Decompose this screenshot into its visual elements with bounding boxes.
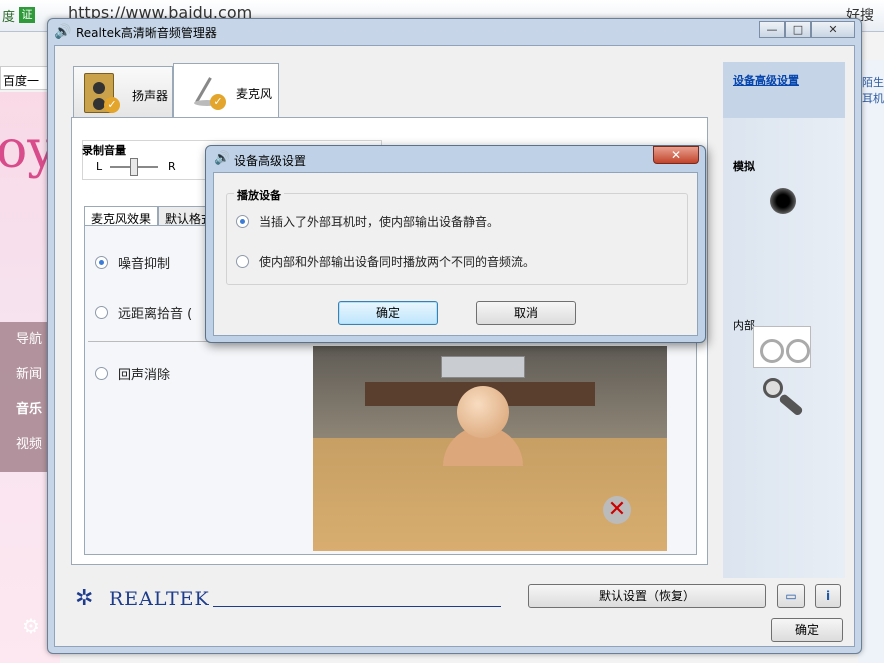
- speaker-icon: 🔊: [54, 24, 72, 40]
- restore-default-button[interactable]: 默认设置（恢复）: [528, 584, 766, 608]
- echo-cancel-option[interactable]: 回声消除: [95, 364, 170, 383]
- ok-button[interactable]: 确定: [771, 618, 843, 642]
- radio-unchecked[interactable]: [95, 306, 108, 319]
- brand-name: REALTEK: [109, 588, 210, 610]
- mute-internal-label: 当插入了外部耳机时，使内部输出设备静音。: [259, 215, 500, 229]
- baidu-search-button[interactable]: 百度一下: [0, 66, 50, 105]
- maximize-button[interactable]: □: [785, 21, 811, 38]
- far-field-label: 远距离拾音 (: [118, 307, 193, 322]
- balance-left-label: L: [96, 160, 103, 173]
- dialog-ok-button[interactable]: 确定: [338, 301, 438, 325]
- crab-logo-icon: ✲: [75, 586, 94, 611]
- logo-underline: [213, 606, 501, 607]
- radio-unchecked[interactable]: [95, 367, 108, 380]
- mute-internal-option[interactable]: 当插入了外部耳机时，使内部输出设备静音。: [236, 213, 499, 230]
- dialog-cancel-button[interactable]: 取消: [476, 301, 576, 325]
- advanced-settings-link[interactable]: 设备高级设置: [733, 72, 799, 88]
- balance-slider-thumb[interactable]: [130, 158, 138, 176]
- background-side-text: 陌生 耳机: [862, 76, 884, 105]
- minimize-button[interactable]: —: [759, 21, 785, 38]
- check-icon: ✓: [210, 94, 226, 110]
- playback-group: [226, 193, 688, 285]
- window-controls: — □ ✕: [759, 21, 855, 38]
- battery-icon[interactable]: ▭: [777, 584, 805, 608]
- dual-stream-label: 使内部和外部输出设备同时播放两个不同的音频流。: [259, 255, 536, 269]
- browser-tab-text: 度: [2, 10, 16, 25]
- realtek-logo: ✲ REALTEK: [75, 586, 210, 612]
- radio-checked[interactable]: [95, 256, 108, 269]
- tab-speakers[interactable]: ✓ 扬声器: [73, 66, 173, 120]
- dialog-title: 设备高级设置: [234, 154, 307, 168]
- tab-microphone[interactable]: ✓ 麦克风: [173, 63, 279, 120]
- close-button[interactable]: ✕: [811, 21, 855, 38]
- analog-label: 模拟: [733, 160, 755, 173]
- title-bar[interactable]: 🔊 Realtek高清晰音频管理器 — □ ✕: [48, 19, 861, 45]
- gear-icon[interactable]: ⚙: [22, 614, 40, 638]
- far-field-option[interactable]: 远距离拾音 (: [95, 303, 192, 322]
- window-title: Realtek高清晰音频管理器: [76, 26, 217, 40]
- advanced-settings-dialog: 🔊 设备高级设置 ✕ 播放设备 当插入了外部耳机时，使内部输出设备静音。 使内部…: [205, 145, 706, 343]
- tab-mic-effects[interactable]: 麦克风效果: [84, 206, 159, 226]
- connector-sidebar: 设备高级设置 模拟 内部: [723, 62, 845, 578]
- laptop: [441, 356, 525, 378]
- person-head: [457, 386, 509, 438]
- window-client: ✓ 扬声器 ✓ 麦克风 录制音量 L R 麦克风效果 默认格式 噪音抑制 远距离…: [54, 45, 855, 647]
- playback-group-title: 播放设备: [234, 187, 284, 203]
- room-illustration: ✕: [313, 346, 667, 551]
- volume-title: 录制音量: [82, 144, 126, 157]
- audio-jack-icon[interactable]: [770, 188, 796, 214]
- tab-speakers-label: 扬声器: [132, 89, 169, 103]
- tab-microphone-label: 麦克风: [236, 87, 273, 101]
- radio-checked[interactable]: [236, 215, 249, 228]
- internal-microphone-icon[interactable]: [763, 378, 809, 424]
- noise-suppression-option[interactable]: 噪音抑制: [95, 253, 170, 272]
- disabled-icon: ✕: [603, 496, 631, 524]
- internal-speakers-icon[interactable]: [753, 326, 811, 368]
- dual-stream-option[interactable]: 使内部和外部输出设备同时播放两个不同的音频流。: [236, 253, 535, 270]
- sidebar-header: 设备高级设置: [723, 62, 845, 118]
- check-icon: ✓: [104, 97, 120, 113]
- echo-cancel-label: 回声消除: [118, 368, 171, 383]
- dialog-close-button[interactable]: ✕: [653, 146, 699, 164]
- speaker-icon: 🔊: [214, 151, 231, 166]
- balance-right-label: R: [168, 160, 176, 173]
- cert-badge: 证: [19, 7, 35, 23]
- radio-unchecked[interactable]: [236, 255, 249, 268]
- info-icon[interactable]: i: [815, 584, 841, 608]
- internal-label: 内部: [733, 319, 755, 332]
- dialog-client: 播放设备 当插入了外部耳机时，使内部输出设备静音。 使内部和外部输出设备同时播放…: [213, 172, 698, 336]
- noise-suppression-label: 噪音抑制: [118, 257, 171, 272]
